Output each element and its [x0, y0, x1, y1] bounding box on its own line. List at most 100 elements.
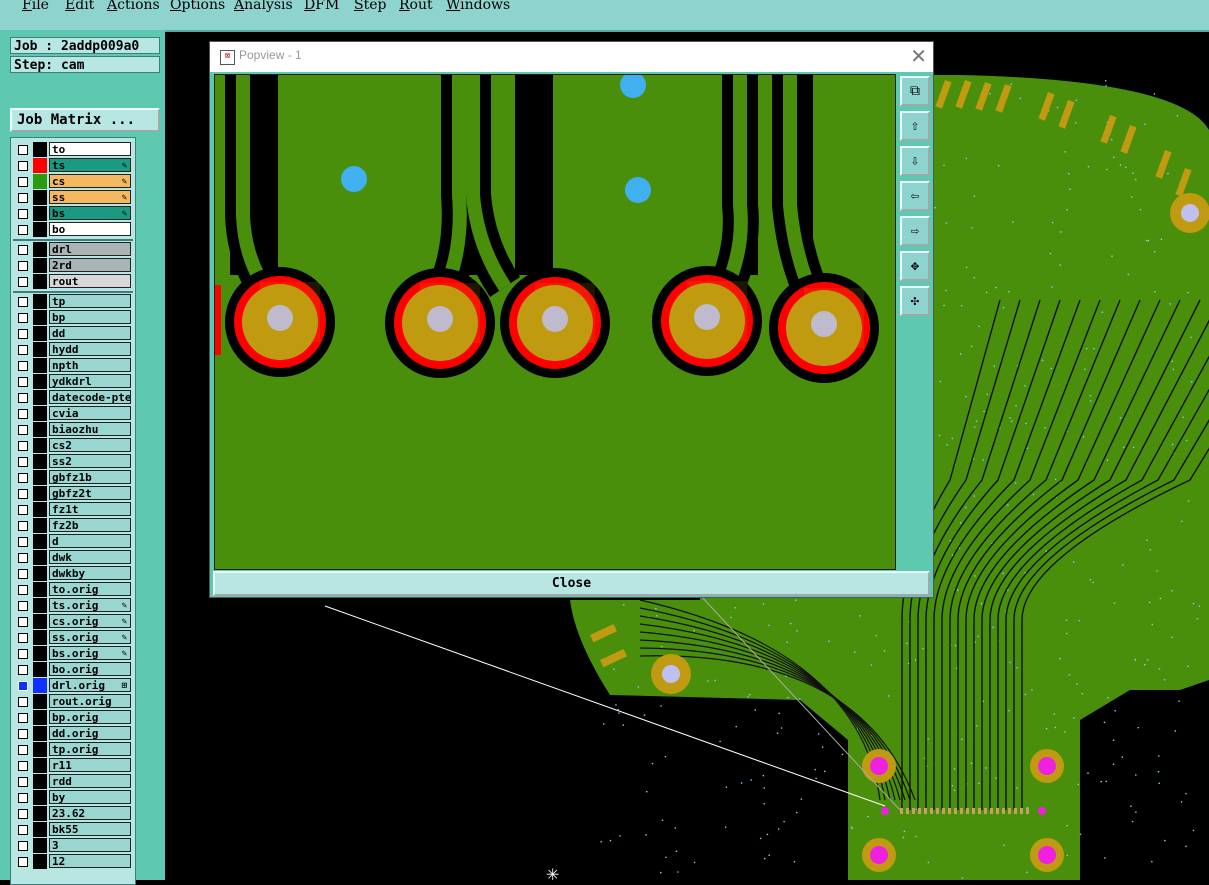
- layer-checkbox[interactable]: [18, 177, 28, 187]
- layer-checkbox[interactable]: [18, 601, 28, 611]
- layer-name[interactable]: ts.orig ✎: [49, 598, 131, 612]
- layer-checkbox[interactable]: [18, 713, 28, 723]
- layer-checkbox[interactable]: [18, 377, 28, 387]
- layer-name[interactable]: hydd: [49, 342, 131, 356]
- layer-checkbox[interactable]: [18, 633, 28, 643]
- layer-checkbox[interactable]: [18, 665, 28, 675]
- layer-checkbox[interactable]: [18, 297, 28, 307]
- layer-checkbox[interactable]: [18, 585, 28, 595]
- menu-options[interactable]: Options: [170, 0, 225, 13]
- layer-name[interactable]: bo: [49, 222, 131, 236]
- layer-checkbox[interactable]: [18, 857, 28, 867]
- layer-checkbox[interactable]: [18, 761, 28, 771]
- layer-name[interactable]: to: [49, 142, 131, 156]
- layer-checkbox[interactable]: [18, 193, 28, 203]
- layer-name[interactable]: r11: [49, 758, 131, 772]
- layer-checkbox[interactable]: [18, 313, 28, 323]
- layer-row-r11[interactable]: r11: [13, 758, 133, 773]
- pan-down-icon[interactable]: ⇩: [900, 146, 930, 176]
- layer-name[interactable]: bk55: [49, 822, 131, 836]
- layer-name[interactable]: npth: [49, 358, 131, 372]
- layer-row-drl-orig[interactable]: drl.orig ⊞: [13, 678, 133, 693]
- layer-name[interactable]: ss ✎: [49, 190, 131, 204]
- layer-row-fz2b[interactable]: fz2b: [13, 518, 133, 533]
- layer-row-hydd[interactable]: hydd: [13, 342, 133, 357]
- menu-analysis[interactable]: Analysis: [234, 0, 293, 13]
- zoom-in-icon[interactable]: ✥: [900, 251, 930, 281]
- layer-checkbox[interactable]: [18, 841, 28, 851]
- layer-row-cs-orig[interactable]: cs.orig ✎: [13, 614, 133, 629]
- layer-row-bp-orig[interactable]: bp.orig: [13, 710, 133, 725]
- layer-row-rout-orig[interactable]: rout.orig: [13, 694, 133, 709]
- layer-checkbox[interactable]: [18, 361, 28, 371]
- layer-row-12[interactable]: 12: [13, 854, 133, 869]
- layer-checkbox[interactable]: [18, 649, 28, 659]
- layer-row-cs2[interactable]: cs2: [13, 438, 133, 453]
- layer-name[interactable]: 2rd: [49, 258, 131, 272]
- layer-row-gbfz1b[interactable]: gbfz1b: [13, 470, 133, 485]
- layer-checkbox[interactable]: [18, 409, 28, 419]
- layer-checkbox[interactable]: [18, 145, 28, 155]
- layer-row-23-62[interactable]: 23.62: [13, 806, 133, 821]
- layer-row-tp[interactable]: tp: [13, 294, 133, 309]
- layer-checkbox[interactable]: [18, 441, 28, 451]
- layer-row-ss[interactable]: ss ✎: [13, 190, 133, 205]
- fit-icon[interactable]: ⧉: [900, 76, 930, 106]
- menu-dfm[interactable]: DFM: [304, 0, 339, 13]
- layer-name[interactable]: cs ✎: [49, 174, 131, 188]
- layer-checkbox[interactable]: [18, 569, 28, 579]
- layer-row-datecode-pte[interactable]: datecode-pte: [13, 390, 133, 405]
- layer-name[interactable]: tp: [49, 294, 131, 308]
- layer-checkbox[interactable]: [18, 553, 28, 563]
- menu-step[interactable]: Step: [354, 0, 386, 13]
- layer-name[interactable]: fz2b: [49, 518, 131, 532]
- pan-right-icon[interactable]: ⇨: [900, 216, 930, 246]
- menu-actions[interactable]: Actions: [107, 0, 160, 13]
- layer-name[interactable]: ydkdrl: [49, 374, 131, 388]
- layer-row-bs[interactable]: bs ✎: [13, 206, 133, 221]
- pan-left-icon[interactable]: ⇦: [900, 181, 930, 211]
- layer-name[interactable]: ts ✎: [49, 158, 131, 172]
- layer-checkbox[interactable]: [18, 793, 28, 803]
- layer-checkbox[interactable]: [18, 245, 28, 255]
- layer-name[interactable]: drl: [49, 242, 131, 256]
- layer-name[interactable]: cs.orig ✎: [49, 614, 131, 628]
- layer-checkbox[interactable]: [18, 489, 28, 499]
- layer-row-bo[interactable]: bo: [13, 222, 133, 237]
- layer-name[interactable]: fz1t: [49, 502, 131, 516]
- layer-row-gbfz2t[interactable]: gbfz2t: [13, 486, 133, 501]
- layer-checkbox[interactable]: [18, 745, 28, 755]
- layer-checkbox[interactable]: [18, 457, 28, 467]
- layer-name[interactable]: gbfz2t: [49, 486, 131, 500]
- layer-row-ydkdrl[interactable]: ydkdrl: [13, 374, 133, 389]
- layer-name[interactable]: bo.orig: [49, 662, 131, 676]
- layer-name[interactable]: cs2: [49, 438, 131, 452]
- popview-canvas[interactable]: [214, 74, 896, 570]
- layer-row-2rd[interactable]: 2rd: [13, 258, 133, 273]
- layer-name[interactable]: dd.orig: [49, 726, 131, 740]
- layer-checkbox[interactable]: [18, 681, 28, 691]
- layer-row-ss2[interactable]: ss2: [13, 454, 133, 469]
- layer-checkbox[interactable]: [18, 277, 28, 287]
- layer-row-to[interactable]: to: [13, 142, 133, 157]
- layer-checkbox[interactable]: [18, 809, 28, 819]
- layer-name[interactable]: dd: [49, 326, 131, 340]
- layer-name[interactable]: biaozhu: [49, 422, 131, 436]
- layer-checkbox[interactable]: [18, 729, 28, 739]
- layer-checkbox[interactable]: [18, 261, 28, 271]
- layer-row-ss-orig[interactable]: ss.orig ✎: [13, 630, 133, 645]
- menu-windows[interactable]: Windows: [446, 0, 510, 13]
- layer-name[interactable]: cvia: [49, 406, 131, 420]
- layer-row-bs-orig[interactable]: bs.orig ✎: [13, 646, 133, 661]
- layer-checkbox[interactable]: [18, 825, 28, 835]
- layer-row-tp-orig[interactable]: tp.orig: [13, 742, 133, 757]
- layer-checkbox[interactable]: [18, 697, 28, 707]
- layer-checkbox[interactable]: [18, 617, 28, 627]
- layer-row-ts[interactable]: ts ✎: [13, 158, 133, 173]
- layer-row-biaozhu[interactable]: biaozhu: [13, 422, 133, 437]
- layer-name[interactable]: gbfz1b: [49, 470, 131, 484]
- close-button[interactable]: Close: [213, 571, 930, 596]
- layer-checkbox[interactable]: [18, 209, 28, 219]
- layer-name[interactable]: bs ✎: [49, 206, 131, 220]
- close-icon[interactable]: ✕: [910, 44, 927, 69]
